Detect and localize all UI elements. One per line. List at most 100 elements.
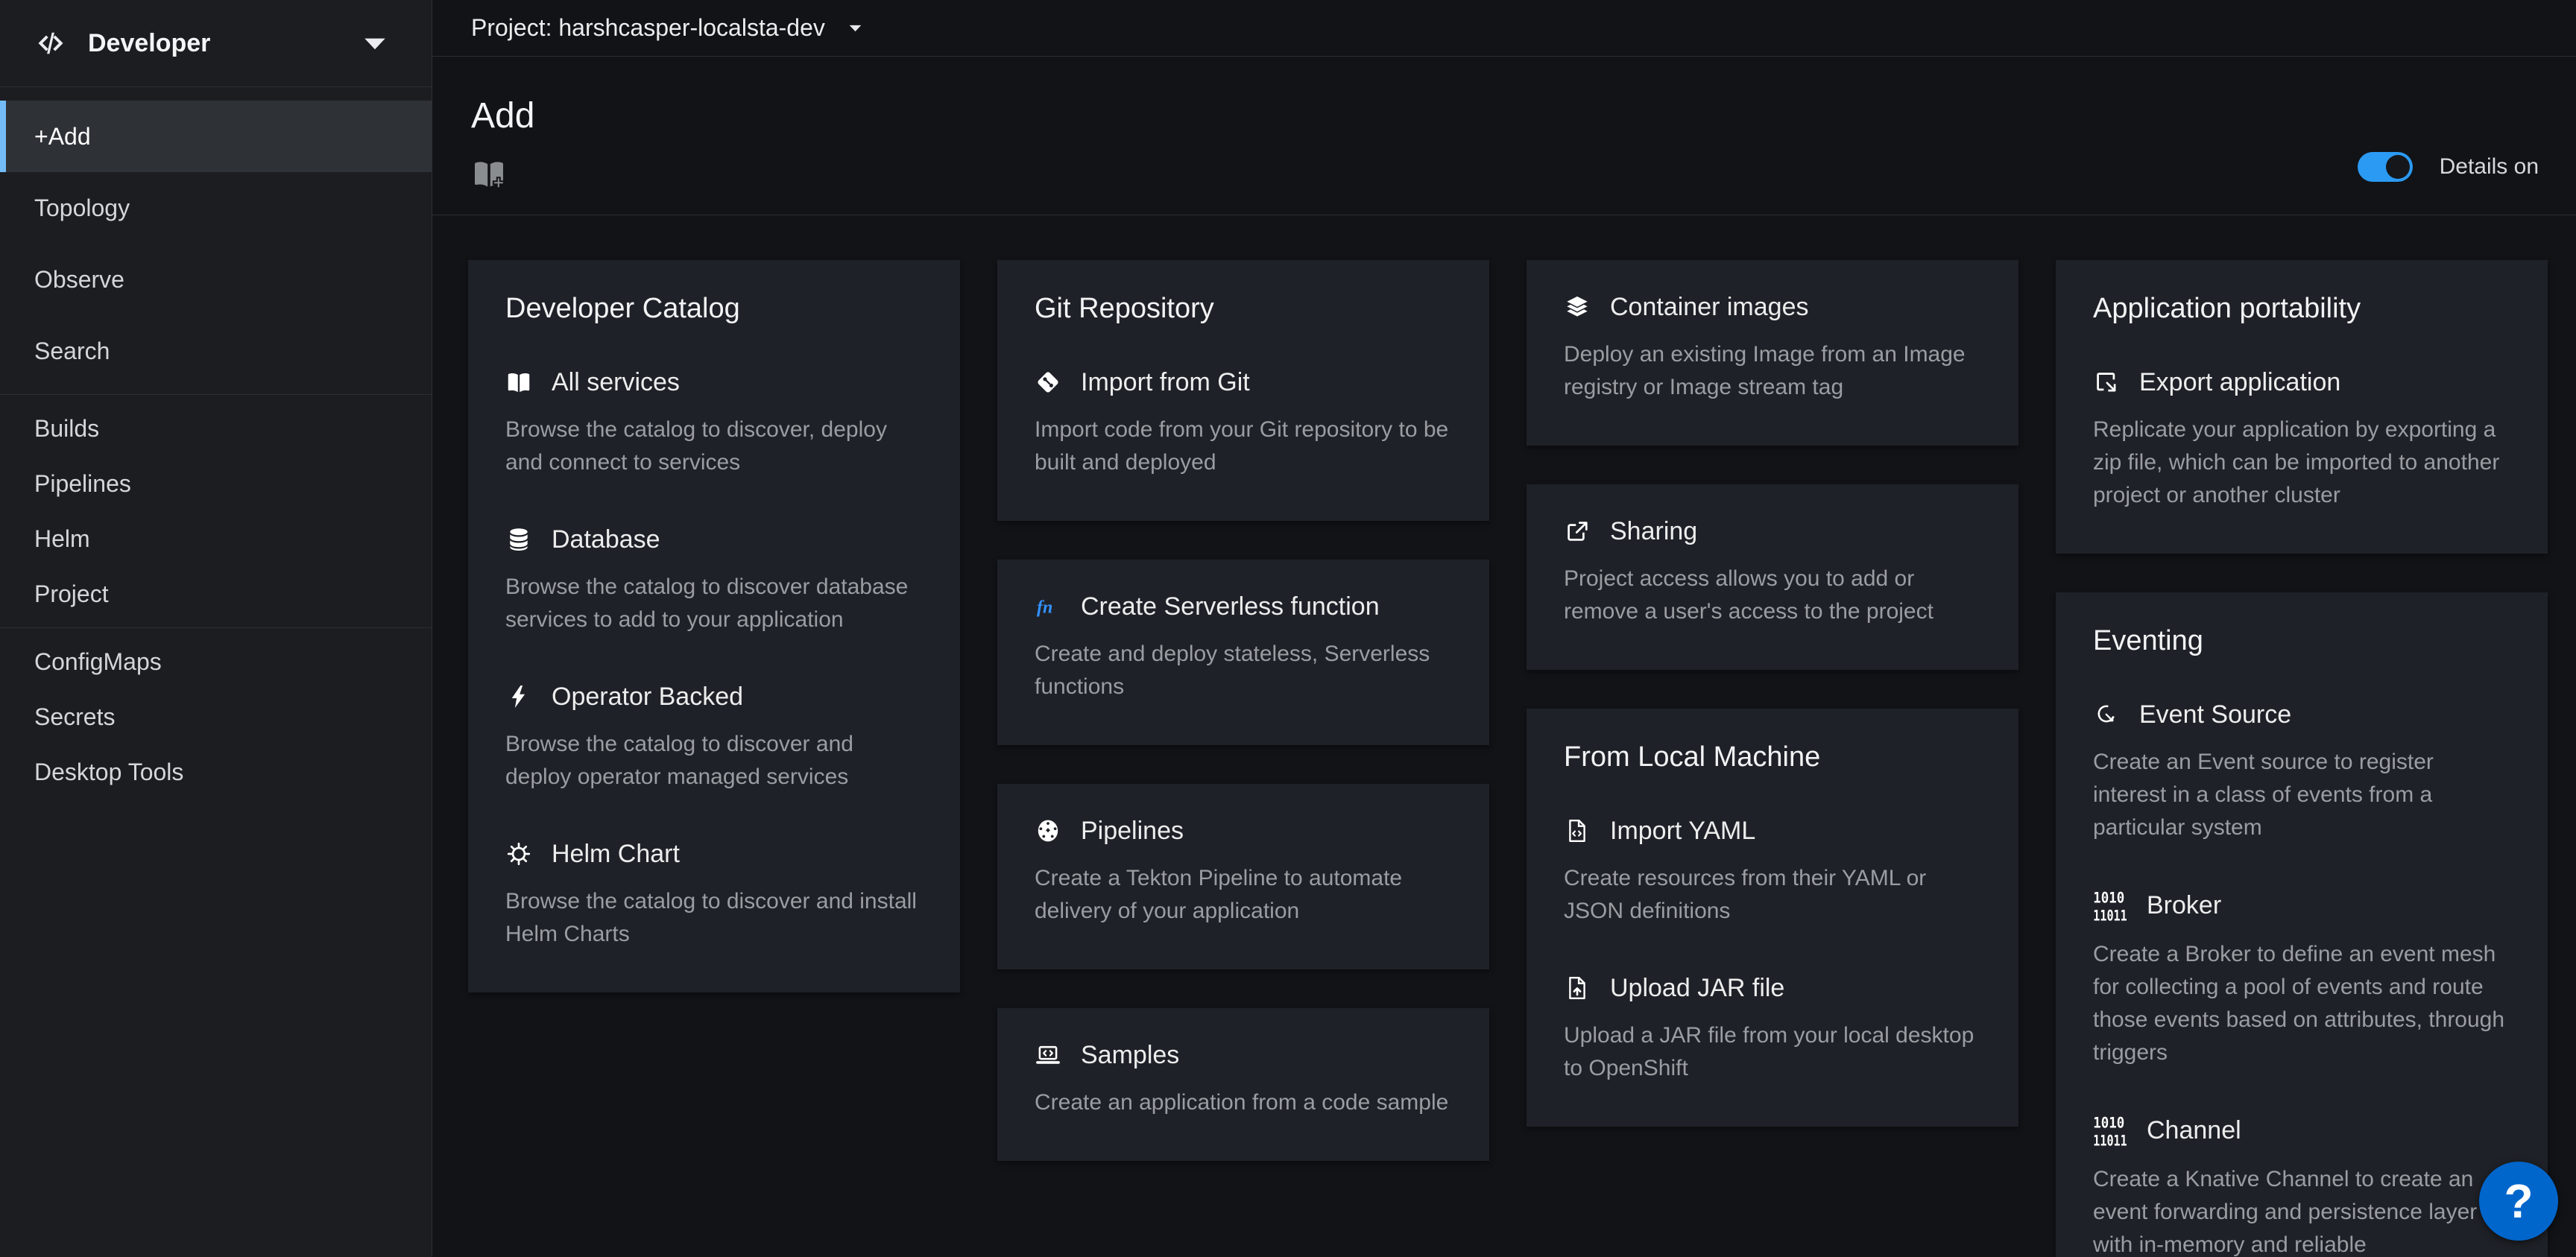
item-label[interactable]: Event Source — [2139, 700, 2291, 729]
card: SharingProject access allows you to add … — [1527, 484, 2018, 670]
item-label[interactable]: Samples — [1081, 1041, 1179, 1070]
sidebar-item-project[interactable]: Project — [0, 566, 432, 621]
item-label[interactable]: Import from Git — [1081, 368, 1250, 397]
sidebar-item-topology[interactable]: Topology — [0, 172, 432, 244]
card-from-local-machine: From Local MachineImport YAMLCreate reso… — [1527, 709, 2018, 1127]
card-column: Git RepositoryImport from GitImport code… — [997, 260, 1489, 1161]
nav-group: +AddTopologyObserveSearch — [0, 99, 432, 394]
sidebar-item-configmaps[interactable]: ConfigMaps — [0, 634, 432, 689]
item-label[interactable]: Helm Chart — [552, 840, 680, 869]
details-toggle[interactable] — [2358, 152, 2413, 182]
project-selector[interactable]: Project: harshcasper-localsta-dev — [471, 14, 825, 42]
sidebar-item-label: Helm — [34, 525, 90, 553]
sidebar-item-label: Pipelines — [34, 470, 131, 498]
broker-icon: 101011011 — [2093, 890, 2127, 922]
add-action-import-yaml[interactable]: Import YAML Create resources from their Y… — [1564, 817, 1981, 928]
item-description: Upload a JAR file from your local deskto… — [1564, 1019, 1981, 1085]
card-columns: Developer CatalogAll servicesBrowse the … — [432, 215, 2576, 1257]
item-description: Create a Broker to define an event mesh … — [2093, 938, 2510, 1069]
card-application-portability: Application portability Export applicatio… — [2056, 260, 2548, 554]
item-label[interactable]: Import YAML — [1610, 817, 1755, 846]
add-action-channel[interactable]: 101011011ChannelCreate a Knative Channel… — [2093, 1115, 2510, 1257]
item-label[interactable]: Operator Backed — [552, 683, 743, 712]
sidebar-item-helm[interactable]: Helm — [0, 511, 432, 566]
card-title: Application portability — [2093, 293, 2510, 325]
yaml-file-icon — [1564, 817, 1591, 844]
add-action-all-services[interactable]: All servicesBrowse the catalog to discov… — [505, 368, 923, 479]
item-head: Event Source — [2093, 700, 2510, 729]
pipelines-icon — [1035, 817, 1061, 844]
sidebar-item-secrets[interactable]: Secrets — [0, 689, 432, 744]
item-head: fn Create Serverless function — [1035, 592, 1452, 621]
book-icon — [505, 369, 532, 396]
sidebar-item-builds[interactable]: Builds — [0, 401, 432, 456]
add-action-helm-chart[interactable]: Helm ChartBrowse the catalog to discover… — [505, 840, 923, 951]
item-head: Sharing — [1564, 517, 1981, 546]
item-label[interactable]: Upload JAR file — [1610, 974, 1784, 1003]
card: fnCreate Serverless functionCreate and d… — [997, 560, 1489, 745]
item-description: Create resources from their YAML or JSON… — [1564, 862, 1981, 928]
sidebar-item-label: Secrets — [34, 703, 115, 731]
perspective-switcher[interactable]: Developer — [0, 0, 432, 87]
caret-down-icon[interactable] — [846, 19, 865, 37]
sidebar-item-pipelines[interactable]: Pipelines — [0, 456, 432, 511]
git-icon — [1035, 369, 1061, 396]
details-toggle-label: Details on — [2440, 154, 2539, 180]
add-action-import-from-git[interactable]: Import from Git Import code from your Git… — [1035, 368, 1452, 479]
add-action-export-application[interactable]: Export applicationReplicate your applica… — [2093, 368, 2510, 512]
add-action-upload-jar-file[interactable]: Upload JAR file Upload a JAR file from yo… — [1564, 974, 1981, 1085]
item-description: Create an Event source to register inter… — [2093, 746, 2510, 844]
add-action-sharing[interactable]: SharingProject access allows you to add … — [1564, 517, 1981, 628]
item-label[interactable]: Pipelines — [1081, 817, 1184, 846]
item-label[interactable]: Database — [552, 525, 660, 554]
item-label[interactable]: Container images — [1610, 293, 1808, 322]
project-bar: Project: harshcasper-localsta-dev — [432, 0, 2576, 57]
help-button-label: ? — [2504, 1174, 2533, 1229]
card-column: Developer CatalogAll servicesBrowse the … — [468, 260, 960, 992]
item-label[interactable]: Create Serverless function — [1081, 592, 1380, 621]
add-action-event-source[interactable]: Event Source Create an Event source to re… — [2093, 700, 2510, 844]
sidebar-item-desktop-tools[interactable]: Desktop Tools — [0, 744, 432, 800]
card: Samples Create an application from a code… — [997, 1008, 1489, 1161]
card: Container imagesDeploy an existing Image… — [1527, 260, 2018, 446]
add-action-database[interactable]: Database Browse the catalog to discover d… — [505, 525, 923, 636]
item-description: Import code from your Git repository to … — [1035, 414, 1452, 479]
svg-text:11011: 11011 — [2093, 907, 2127, 922]
page-title: Add — [471, 97, 2537, 136]
sidebar-item-add[interactable]: +Add — [0, 101, 432, 172]
card: Pipelines Create a Tekton Pipeline to aut… — [997, 784, 1489, 969]
sidebar-item-observe[interactable]: Observe — [0, 244, 432, 315]
item-description: Browse the catalog to discover database … — [505, 571, 923, 636]
item-description: Create an application from a code sample — [1035, 1086, 1452, 1119]
add-action-create-serverless-function[interactable]: fnCreate Serverless functionCreate and d… — [1035, 592, 1452, 703]
item-label[interactable]: All services — [552, 368, 680, 397]
sidebar-item-label: ConfigMaps — [34, 648, 162, 676]
svg-text:fn: fn — [1037, 598, 1052, 618]
help-button[interactable]: ? — [2479, 1162, 2558, 1241]
item-label[interactable]: Export application — [2139, 368, 2340, 397]
item-description: Create a Knative Channel to create an ev… — [2093, 1163, 2510, 1257]
add-action-pipelines[interactable]: Pipelines Create a Tekton Pipeline to aut… — [1035, 817, 1452, 928]
add-action-broker[interactable]: 101011011 Broker Create a Broker to define… — [2093, 890, 2510, 1069]
nav-group: Builds Pipelines Helm Project — [0, 394, 432, 627]
database-icon — [505, 526, 532, 553]
perspective-label: Developer — [88, 29, 210, 58]
add-action-samples[interactable]: Samples Create an application from a code… — [1035, 1041, 1452, 1119]
card-eventing: Eventing Event Source Create an Event sour… — [2056, 592, 2548, 1257]
card-title: Eventing — [2093, 625, 2510, 657]
item-description: Create a Tekton Pipeline to automate del… — [1035, 862, 1452, 928]
item-label[interactable]: Sharing — [1610, 517, 1697, 546]
event-source-icon — [2093, 701, 2120, 728]
item-label[interactable]: Broker — [2147, 891, 2221, 920]
caret-down-icon — [359, 27, 391, 60]
sidebar-item-search[interactable]: Search — [0, 315, 432, 387]
guided-tour-book-icon[interactable] — [471, 156, 507, 191]
sidebar-item-label: Desktop Tools — [34, 759, 183, 786]
add-action-operator-backed[interactable]: Operator BackedBrowse the catalog to dis… — [505, 683, 923, 794]
developer-perspective-icon — [34, 27, 67, 60]
item-head: Export application — [2093, 368, 2510, 397]
sidebar-item-label: Project — [34, 580, 109, 608]
item-head: Import from Git — [1035, 368, 1452, 397]
item-label[interactable]: Channel — [2147, 1116, 2241, 1145]
add-action-container-images[interactable]: Container imagesDeploy an existing Image… — [1564, 293, 1981, 404]
